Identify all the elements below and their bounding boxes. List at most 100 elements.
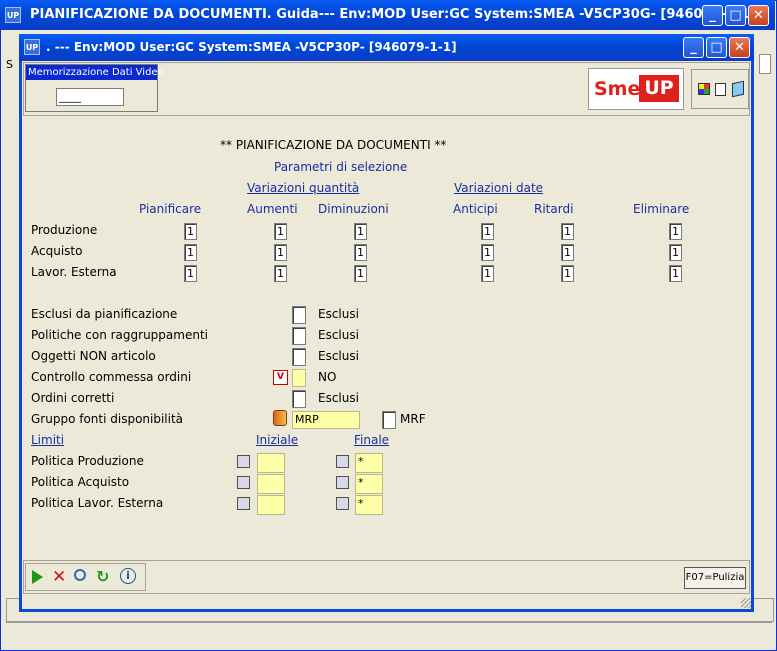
list-icon[interactable] [237,476,250,489]
option-value-label: Esclusi [318,391,359,405]
controllo-commessa-field[interactable] [292,369,306,387]
app-icon: UP [5,7,21,23]
info-icon[interactable]: i [120,568,136,584]
mrf-label: MRF [400,412,426,426]
option-value-label: Esclusi [318,307,359,321]
limit-iniziale-field[interactable] [257,453,285,473]
lavor-diminuzioni-field[interactable]: 1 [354,265,367,282]
row-label-lavor-esterna: Lavor. Esterna [31,265,117,279]
group-variazioni-date: Variazioni date [454,181,544,195]
list-icon[interactable] [336,497,349,510]
memo-input[interactable]: ____ [56,88,124,106]
col-aumenti: Aumenti [247,202,298,216]
lavor-ritardi-field[interactable]: 1 [561,265,574,282]
lavor-anticipi-field[interactable]: 1 [481,265,494,282]
acquisto-eliminare-field[interactable]: 1 [669,244,682,261]
produzione-pianificare-field[interactable]: 1 [184,223,197,240]
produzione-anticipi-field[interactable]: 1 [481,223,494,240]
lavor-eliminare-field[interactable]: 1 [669,265,682,282]
col-diminuzioni: Diminuzioni [318,202,389,216]
gruppo-field[interactable]: MRP [292,411,360,429]
document-icon[interactable] [715,83,726,96]
book-icon[interactable] [732,80,744,98]
smeup-logo: Sme. UP [588,68,684,110]
list-icon[interactable] [237,455,250,468]
toolbar-icons [691,69,749,109]
f07-pulizia-button[interactable]: F07=Pulizia [684,567,746,589]
option-label: Esclusi da pianificazione [31,307,178,321]
col-eliminare: Eliminare [633,202,690,216]
cancel-icon[interactable]: ✕ [52,567,66,587]
acquisto-ritardi-field[interactable]: 1 [561,244,574,261]
gruppo-label: Gruppo fonti disponibilità [31,412,184,426]
lavor-aumenti-field[interactable]: 1 [274,265,287,282]
option-label: Oggetti NON articolo [31,349,156,363]
close-button[interactable]: ✕ [748,5,769,26]
limit-iniziale-field[interactable] [257,474,285,494]
memo-box: Memorizzazione Dati Video ____ [25,64,164,112]
limit-row-label: Politica Lavor. Esterna [31,496,164,510]
outer-underlying-field [759,54,771,74]
limit-finale-field[interactable]: * [355,474,383,494]
finale-header: Finale [354,433,390,447]
resize-grip[interactable] [741,598,751,608]
option-value-label: NO [318,370,337,384]
lavor-pianificare-field[interactable]: 1 [184,265,197,282]
option-checkbox[interactable] [292,390,306,408]
limit-row-label: Politica Acquisto [31,475,130,489]
maximize-button[interactable]: □ [706,37,727,58]
outer-status-bar [6,622,772,643]
row-label-acquisto: Acquisto [31,244,83,258]
list-icon[interactable] [336,455,349,468]
produzione-diminuzioni-field[interactable]: 1 [354,223,367,240]
option-checkbox[interactable] [292,348,306,366]
inner-window [19,34,754,612]
gift-icon[interactable] [273,410,287,426]
acquisto-diminuzioni-field[interactable]: 1 [354,244,367,261]
palette-icon[interactable] [698,83,710,95]
produzione-eliminare-field[interactable]: 1 [669,223,682,240]
inner-window-title: . --- Env:MOD User:GC System:SMEA -V5CP3… [46,40,457,54]
col-ritardi: Ritardi [534,202,574,216]
play-icon[interactable] [32,570,43,584]
close-button[interactable]: ✕ [729,37,750,58]
produzione-aumenti-field[interactable]: 1 [274,223,287,240]
group-variazioni-quantita: Variazioni quantità [247,181,360,195]
inner-title-bar[interactable]: UP . --- Env:MOD User:GC System:SMEA -V5… [19,34,754,61]
col-anticipi: Anticipi [453,202,498,216]
refresh-icon[interactable]: ↻ [96,567,109,587]
option-label: Controllo commessa ordini [31,370,192,384]
logo-text-right: UP [639,75,679,102]
option-checkbox[interactable] [292,306,306,324]
iniziale-header: Iniziale [256,433,299,447]
option-checkbox[interactable] [292,327,306,345]
form-title: ** PIANIFICAZIONE DA DOCUMENTI ** [220,138,447,152]
outer-window-title: PIANIFICAZIONE DA DOCUMENTI. Guida--- En… [30,7,756,22]
limit-iniziale-field[interactable] [257,495,285,515]
acquisto-aumenti-field[interactable]: 1 [274,244,287,261]
col-pianificare: Pianificare [139,202,202,216]
list-icon[interactable] [237,497,250,510]
acquisto-pianificare-field[interactable]: 1 [184,244,197,261]
option-label: Politiche con raggruppamenti [31,328,208,342]
minimize-button[interactable]: _ [683,37,704,58]
outer-underlying-text: S [6,58,13,71]
acquisto-anticipi-field[interactable]: 1 [481,244,494,261]
mrf-checkbox[interactable] [382,411,396,429]
search-icon[interactable] [74,569,86,581]
option-value-label: Esclusi [318,328,359,342]
maximize-button[interactable]: □ [725,5,746,26]
action-icons: ✕ ↻ i [25,563,146,591]
memo-box-title: Memorizzazione Dati Video [26,65,164,80]
limit-row-label: Politica Produzione [31,454,144,468]
list-icon[interactable] [336,476,349,489]
limit-finale-field[interactable]: * [355,453,383,473]
produzione-ritardi-field[interactable]: 1 [561,223,574,240]
outer-title-bar[interactable]: UP PIANIFICAZIONE DA DOCUMENTI. Guida---… [0,0,775,30]
form-subtitle: Parametri di selezione [274,160,408,174]
value-help-icon[interactable]: V [273,370,288,385]
option-label: Ordini corretti [31,391,115,405]
limit-finale-field[interactable]: * [355,495,383,515]
minimize-button[interactable]: _ [702,5,723,26]
app-icon: UP [24,39,40,55]
